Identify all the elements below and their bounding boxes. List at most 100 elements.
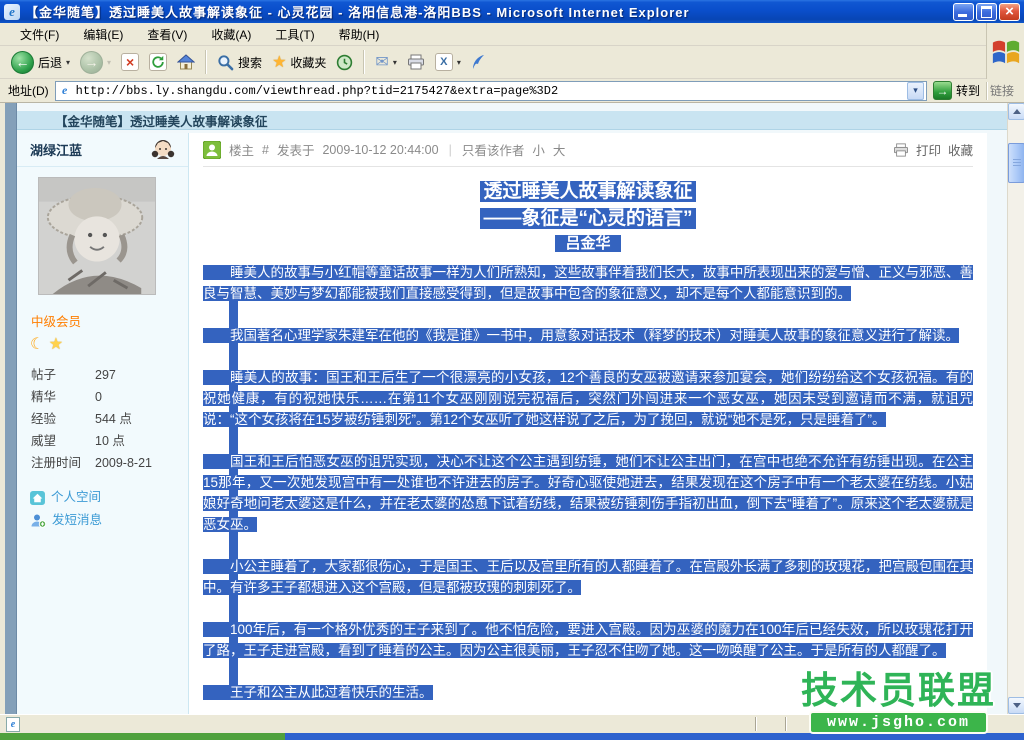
- stop-button[interactable]: [116, 51, 144, 73]
- post-paragraph: 我国著名心理学家朱建军在他的《我是谁》一书中，用意象对话技术（释梦的技术）对睡美…: [203, 325, 973, 346]
- floor-number-link[interactable]: #: [262, 143, 269, 157]
- personal-space-link[interactable]: 个人空间: [30, 486, 188, 509]
- links-label[interactable]: 链接: [990, 82, 1014, 99]
- font-large-link[interactable]: 大: [553, 140, 566, 159]
- post-title-line1: 透过睡美人故事解读象征: [480, 181, 695, 202]
- post-author: 吕金华: [555, 235, 620, 252]
- go-button[interactable]: 转到: [933, 81, 980, 100]
- scroll-up-button[interactable]: [1008, 103, 1024, 120]
- toolbar-separator: [205, 50, 207, 74]
- stat-label: 精华: [31, 386, 95, 408]
- status-pane-separator: [755, 717, 757, 731]
- browser-toolbar: 后退 搜索 收藏夹: [0, 46, 986, 79]
- taskbar-blue-segment: [285, 733, 1024, 740]
- mail-button[interactable]: [370, 50, 401, 74]
- watermark: 技术员联盟 www.jsgho.com: [801, 672, 996, 734]
- post-paragraph: 睡美人的故事：国王和王后生了一个很漂亮的小女孩，12个善良的女巫被邀请来参加宴会…: [203, 367, 973, 430]
- edit-icon: [435, 53, 453, 71]
- edit-chevron-down-icon[interactable]: [457, 58, 461, 67]
- moon-medal-icon: [30, 336, 44, 353]
- address-separator: [986, 82, 988, 100]
- post-header-actions: 打印 收藏: [893, 140, 973, 159]
- avatar-photo[interactable]: [38, 177, 156, 295]
- favorite-post-link[interactable]: 收藏: [948, 140, 973, 159]
- print-post-link[interactable]: 打印: [916, 140, 941, 159]
- post-author-wrap: 吕金华: [203, 233, 973, 254]
- favorites-button[interactable]: 收藏夹: [267, 50, 331, 74]
- menu-bar: 文件(F) 编辑(E) 查看(V) 收藏(A) 工具(T) 帮助(H): [0, 23, 986, 46]
- font-small-link[interactable]: 小: [532, 140, 545, 159]
- status-page-icon: [6, 717, 20, 732]
- menu-favorites[interactable]: 收藏(A): [199, 23, 263, 46]
- messenger-button[interactable]: [466, 52, 490, 72]
- back-button[interactable]: 后退: [6, 49, 75, 76]
- post-header: 楼主 # 发表于 2009-10-12 20:44:00 只看该作者 小 大: [203, 133, 973, 167]
- scroll-thumb[interactable]: [1008, 143, 1024, 183]
- menu-help[interactable]: 帮助(H): [327, 23, 392, 46]
- stat-label: 经验: [31, 408, 95, 430]
- stat-digest: 精华 0: [31, 386, 188, 408]
- home-button[interactable]: [172, 52, 200, 72]
- windows-flag-icon: [991, 36, 1021, 66]
- forward-button[interactable]: [75, 49, 116, 76]
- scroll-down-button[interactable]: [1008, 697, 1024, 714]
- stat-label: 威望: [31, 430, 95, 452]
- edit-button[interactable]: [430, 51, 466, 73]
- address-input[interactable]: http://bbs.ly.shangdu.com/viewthread.php…: [55, 81, 927, 101]
- post-column: 楼主 # 发表于 2009-10-12 20:44:00 只看该作者 小 大: [189, 133, 987, 714]
- mail-chevron-down-icon[interactable]: [393, 58, 397, 67]
- vertical-scrollbar[interactable]: [1007, 103, 1024, 714]
- menu-tools[interactable]: 工具(T): [263, 23, 326, 46]
- user-row: 湖绿江蓝: [17, 133, 188, 167]
- favorites-label: 收藏夹: [290, 54, 326, 71]
- member-links: 个人空间 发短消息: [30, 486, 188, 532]
- member-medals: [30, 336, 188, 354]
- send-message-link[interactable]: 发短消息: [30, 509, 188, 532]
- stat-value: 0: [95, 386, 102, 408]
- menu-view[interactable]: 查看(V): [135, 23, 199, 46]
- send-message-label: 发短消息: [52, 509, 102, 532]
- paragraph-text: 100年后，有一个格外优秀的王子来到了。他不怕危险，要进入宫殿。因为巫婆的魔力在…: [203, 622, 973, 658]
- go-arrow-icon: [933, 81, 952, 100]
- username-link[interactable]: 湖绿江蓝: [30, 140, 82, 159]
- history-icon: [336, 54, 353, 71]
- post-title-line2: ——象征是“心灵的语言”: [480, 208, 695, 229]
- only-author-link[interactable]: 只看该作者: [462, 140, 525, 159]
- address-dropdown-button[interactable]: [907, 82, 924, 100]
- page-left-margin: [5, 103, 17, 714]
- stat-value: 2009-8-21: [95, 452, 152, 474]
- toolbar-separator: [363, 50, 365, 74]
- paragraph-text: 国王和王后怕恶女巫的诅咒实现，决心不让这个公主遇到纺锤，她们不让公主出门，在宫中…: [203, 454, 973, 532]
- send-message-icon: [30, 513, 46, 528]
- close-button[interactable]: [999, 3, 1020, 21]
- stat-experience: 经验 544 点: [31, 408, 188, 430]
- chevron-up-icon: [1013, 109, 1021, 114]
- menu-file[interactable]: 文件(F): [8, 23, 71, 46]
- history-button[interactable]: [331, 52, 358, 73]
- refresh-icon: [149, 53, 167, 71]
- refresh-button[interactable]: [144, 51, 172, 73]
- stat-value: 10 点: [95, 430, 125, 452]
- taskbar-edge: [0, 733, 1024, 740]
- search-icon: [217, 54, 234, 71]
- search-button[interactable]: 搜索: [212, 52, 267, 73]
- post-paragraph: 小公主睡着了，大家都很伤心，于是国王、王后以及宫里所有的人都睡着了。在宫殿外长满…: [203, 556, 973, 598]
- post-paragraph: 睡美人的故事与小红帽等童话故事一样为人们所熟知，这些故事伴着我们长大，故事中所表…: [203, 262, 973, 304]
- browser-viewport: 【金华随笔】透过睡美人故事解读象征 湖绿江蓝: [0, 103, 1024, 714]
- print-button[interactable]: [402, 52, 430, 72]
- restore-button[interactable]: [976, 3, 997, 21]
- header-divider: [447, 143, 454, 157]
- back-icon: [11, 51, 34, 74]
- stat-prestige: 威望 10 点: [31, 430, 188, 452]
- minimize-button[interactable]: [953, 3, 974, 21]
- watermark-title: 技术员联盟: [801, 672, 996, 710]
- thread-title-bar: 【金华随笔】透过睡美人故事解读象征: [17, 111, 1007, 130]
- menu-edit[interactable]: 编辑(E): [71, 23, 135, 46]
- post-body: 透过睡美人故事解读象征 ——象征是“心灵的语言” 吕金华 睡美人的故事与小红帽等…: [203, 167, 973, 703]
- search-label: 搜索: [238, 54, 262, 71]
- windows-logo-panel: [986, 23, 1024, 79]
- paragraph-text: 睡美人的故事与小红帽等童话故事一样为人们所熟知，这些故事伴着我们长大，故事中所表…: [203, 265, 973, 301]
- home-space-icon: [30, 491, 45, 505]
- stat-posts: 帖子 297: [31, 364, 188, 386]
- back-chevron-down-icon[interactable]: [66, 58, 70, 67]
